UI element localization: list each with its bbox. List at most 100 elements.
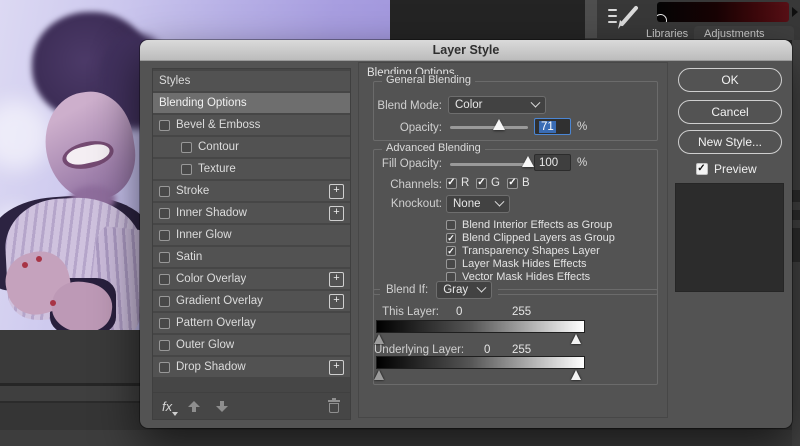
delete-effect-button[interactable] [328, 398, 340, 413]
checkbox[interactable] [181, 141, 192, 153]
checkbox[interactable] [476, 177, 487, 189]
styles-item-blending-options[interactable]: Blending Options [153, 93, 350, 113]
blend-mode-dropdown[interactable]: Color [448, 96, 546, 114]
checkbox[interactable] [159, 273, 170, 285]
dialog-title: Layer Style [432, 43, 500, 57]
tab-libraries[interactable]: Libraries [646, 28, 688, 40]
add-instance-icon[interactable]: + [329, 184, 344, 199]
preview-toggle[interactable]: Preview [696, 162, 757, 176]
checkbox[interactable] [507, 177, 518, 189]
channel-label: R [461, 177, 470, 189]
checkbox[interactable] [446, 233, 456, 244]
styles-item-contour[interactable]: Contour [153, 137, 350, 157]
checkbox[interactable] [181, 163, 192, 175]
underlying-highlight-thumb[interactable] [571, 370, 581, 380]
this-layer-max: 255 [512, 306, 532, 318]
add-instance-icon[interactable]: + [329, 206, 344, 221]
styles-item-inner-shadow[interactable]: Inner Shadow + [153, 203, 350, 223]
option-layer-mask-hides[interactable]: Layer Mask Hides Effects [446, 258, 587, 270]
styles-item-label: Pattern Overlay [176, 317, 256, 329]
fill-opacity-input[interactable]: 100 [534, 154, 571, 171]
opacity-input[interactable]: 71 [534, 118, 571, 135]
this-layer-shadow-thumb[interactable] [374, 334, 384, 344]
styles-item-drop-shadow[interactable]: Drop Shadow + [153, 357, 350, 377]
blend-if-group: Blend If: Gray This Layer: 0 255 Underly… [373, 281, 658, 385]
blend-if-channel-dropdown[interactable]: Gray [436, 281, 493, 299]
knockout-value: None [453, 198, 481, 210]
option-transparency-shapes[interactable]: Transparency Shapes Layer [446, 245, 600, 257]
opacity-slider-track[interactable] [450, 126, 528, 129]
fill-opacity-slider-thumb[interactable] [522, 156, 534, 167]
checkbox[interactable] [446, 177, 457, 189]
knockout-dropdown[interactable]: None [446, 195, 510, 213]
move-up-button[interactable] [188, 400, 201, 412]
styles-item-label: Inner Glow [176, 229, 232, 241]
layer-style-dialog: Layer Style Styles Blending Options Beve… [140, 40, 792, 428]
underlying-max: 255 [512, 344, 532, 356]
add-instance-icon[interactable]: + [329, 294, 344, 309]
channel-b[interactable]: B [507, 177, 530, 189]
checkbox[interactable] [159, 361, 170, 373]
styles-item-stroke[interactable]: Stroke + [153, 181, 350, 201]
gradient-swatch[interactable] [657, 2, 789, 22]
option-blend-interior[interactable]: Blend Interior Effects as Group [446, 219, 612, 231]
ok-button[interactable]: OK [678, 68, 782, 92]
gradient-stop-marker[interactable] [657, 14, 667, 22]
styles-item-label: Satin [176, 251, 203, 263]
opacity-slider-thumb[interactable] [493, 119, 505, 130]
styles-header-label: Styles [159, 75, 191, 87]
channel-r[interactable]: R [446, 177, 469, 189]
opacity-unit: % [577, 121, 588, 133]
option-blend-clipped[interactable]: Blend Clipped Layers as Group [446, 232, 615, 244]
this-layer-gradient-bar[interactable] [376, 320, 585, 333]
fill-opacity-slider-track[interactable] [450, 163, 530, 166]
checkbox[interactable] [159, 317, 170, 329]
underlying-layer-label: Underlying Layer: [374, 344, 465, 356]
preview-label: Preview [714, 162, 757, 176]
checkbox[interactable] [446, 220, 456, 230]
opacity-label: Opacity: [399, 122, 442, 134]
checkbox[interactable] [159, 251, 170, 263]
chevron-down-icon [494, 196, 505, 207]
channel-label: B [522, 177, 530, 189]
new-style-button[interactable]: New Style... [678, 130, 782, 154]
styles-item-inner-glow[interactable]: Inner Glow [153, 225, 350, 245]
option-label: Transparency Shapes Layer [462, 245, 600, 257]
fill-opacity-unit: % [577, 157, 588, 169]
checkbox[interactable] [159, 229, 170, 241]
styles-item-satin[interactable]: Satin [153, 247, 350, 267]
blend-if-channel-value: Gray [443, 284, 469, 296]
move-down-button[interactable] [216, 400, 229, 412]
underlying-shadow-thumb[interactable] [374, 370, 384, 380]
styles-item-texture[interactable]: Texture [153, 159, 350, 179]
styles-item-pattern-overlay[interactable]: Pattern Overlay [153, 313, 350, 333]
general-blending-group: General Blending Blend Mode: Color Opaci… [373, 74, 658, 141]
checkbox[interactable] [159, 339, 170, 351]
channel-g[interactable]: G [476, 177, 500, 189]
add-instance-icon[interactable]: + [329, 360, 344, 375]
canvas-pasteboard [390, 0, 585, 40]
checkbox[interactable] [159, 295, 170, 307]
checkbox[interactable] [446, 246, 456, 257]
styles-item-bevel-emboss[interactable]: Bevel & Emboss [153, 115, 350, 135]
panel-expand-icon[interactable] [792, 7, 798, 17]
cancel-button[interactable]: Cancel [678, 100, 782, 124]
brush-presets-icon[interactable] [606, 2, 642, 32]
chevron-down-icon [476, 282, 487, 293]
checkbox[interactable] [159, 119, 170, 131]
checkbox[interactable] [159, 207, 170, 219]
tab-adjustments[interactable]: Adjustments [704, 28, 765, 40]
styles-item-color-overlay[interactable]: Color Overlay + [153, 269, 350, 289]
checkbox[interactable] [159, 185, 170, 197]
this-layer-highlight-thumb[interactable] [571, 334, 581, 344]
underlying-layer-gradient-bar[interactable] [376, 356, 585, 369]
checkbox[interactable] [696, 163, 708, 175]
styles-item-outer-glow[interactable]: Outer Glow [153, 335, 350, 355]
dialog-titlebar[interactable]: Layer Style [140, 40, 792, 61]
add-instance-icon[interactable]: + [329, 272, 344, 287]
option-label: Blend Interior Effects as Group [462, 219, 613, 231]
styles-item-gradient-overlay[interactable]: Gradient Overlay + [153, 291, 350, 311]
panel-divider [585, 0, 597, 38]
checkbox[interactable] [446, 259, 456, 269]
fx-menu-button[interactable]: fx [162, 399, 179, 416]
